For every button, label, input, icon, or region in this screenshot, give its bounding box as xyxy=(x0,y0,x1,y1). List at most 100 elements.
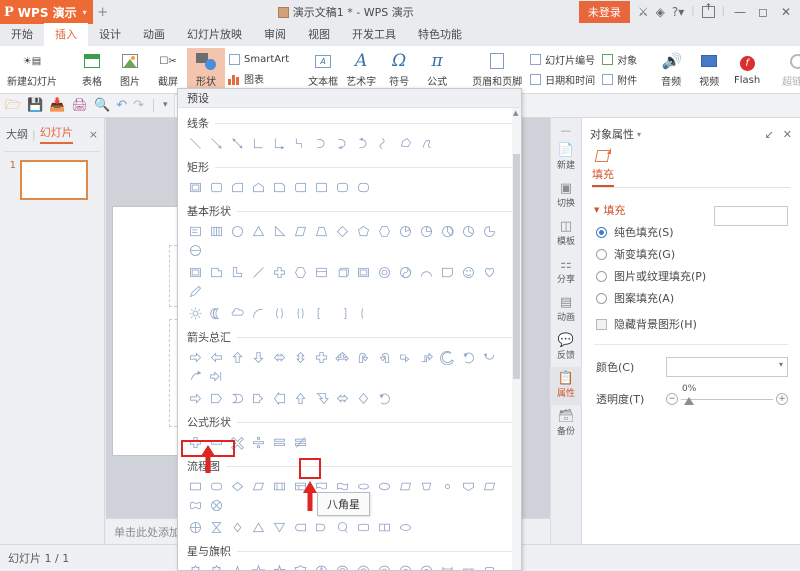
tab-review[interactable]: 审阅 xyxy=(253,23,297,46)
sidebar-item-new[interactable]: 📄 新建 xyxy=(550,139,582,177)
shape-item[interactable] xyxy=(437,222,458,241)
tab-start[interactable]: 开始 xyxy=(0,23,44,46)
shape-item[interactable] xyxy=(248,477,269,496)
shape-item[interactable] xyxy=(395,263,416,282)
sidebar-item-backup[interactable]: 🗃 备份 xyxy=(550,405,582,443)
shape-item[interactable] xyxy=(185,496,206,515)
shape-item[interactable] xyxy=(185,389,206,408)
shape-item[interactable] xyxy=(332,389,353,408)
shape-item[interactable] xyxy=(416,477,437,496)
shape-item[interactable] xyxy=(332,222,353,241)
shape-item[interactable] xyxy=(479,477,500,496)
shape-item[interactable] xyxy=(227,222,248,241)
open-icon[interactable]: 🗁 xyxy=(5,99,21,112)
shape-item[interactable] xyxy=(332,304,353,323)
shape-item[interactable] xyxy=(290,562,311,570)
print-icon[interactable]: 🖨 xyxy=(72,99,89,112)
shape-item[interactable] xyxy=(458,562,479,570)
shape-item[interactable] xyxy=(395,134,416,153)
shape-item[interactable] xyxy=(479,263,500,282)
shape-item[interactable] xyxy=(458,222,479,241)
shape-item[interactable] xyxy=(416,263,437,282)
shape-item[interactable] xyxy=(311,562,332,570)
sidebar-item-feedback[interactable]: 💬 反馈 xyxy=(550,329,582,367)
shape-item[interactable] xyxy=(479,348,500,367)
plugin-icon[interactable]: ◈ xyxy=(656,6,665,18)
shape-item[interactable] xyxy=(290,433,311,452)
chevron-down-icon[interactable]: ▾ xyxy=(83,8,87,17)
shape-item[interactable] xyxy=(290,178,311,197)
tab-slides[interactable]: 幻灯片 xyxy=(39,124,73,144)
shape-item[interactable] xyxy=(353,263,374,282)
shape-item[interactable] xyxy=(227,348,248,367)
shape-item[interactable] xyxy=(185,367,206,386)
shape-button[interactable]: 形状 xyxy=(187,47,225,92)
checkbox-hide-background[interactable]: 隐藏背景图形(H) xyxy=(582,306,800,332)
shape-item[interactable] xyxy=(395,348,416,367)
save-icon[interactable]: 💾 xyxy=(27,99,43,112)
tab-design[interactable]: 设计 xyxy=(88,23,132,46)
tab-animation[interactable]: 动画 xyxy=(132,23,176,46)
shape-item[interactable] xyxy=(227,389,248,408)
shape-item[interactable] xyxy=(332,263,353,282)
shape-item[interactable] xyxy=(248,433,269,452)
slider-thumb[interactable] xyxy=(684,397,694,405)
collapse-sidebar-icon[interactable]: — xyxy=(561,124,572,137)
shape-item[interactable] xyxy=(311,178,332,197)
transparency-slider[interactable]: − + 0% xyxy=(666,384,788,409)
increase-icon[interactable]: + xyxy=(776,393,788,405)
shapes-gallery-popup[interactable]: 预设 线条矩形基本形状箭头总汇公式形状流程图星与旗帜标注动作按钮? ▲ 八角星 xyxy=(177,88,522,571)
slider-track[interactable] xyxy=(681,398,773,400)
shape-item[interactable] xyxy=(206,518,227,537)
slide-number-button[interactable]: 幻灯片编号 xyxy=(526,51,598,68)
shape-item[interactable] xyxy=(353,134,374,153)
maximize-button[interactable]: ◻ xyxy=(755,6,771,18)
flash-button[interactable]: f Flash xyxy=(728,48,766,92)
shape-item[interactable] xyxy=(353,304,374,323)
shape-item[interactable] xyxy=(437,263,458,282)
shape-item[interactable] xyxy=(290,348,311,367)
tab-insert[interactable]: 插入 xyxy=(44,23,88,46)
shape-item[interactable] xyxy=(206,134,227,153)
shape-item[interactable] xyxy=(269,134,290,153)
shape-item[interactable] xyxy=(479,562,500,570)
shape-item[interactable] xyxy=(416,562,437,570)
shape-item[interactable] xyxy=(206,562,227,570)
shape-item[interactable] xyxy=(437,562,458,570)
shape-item[interactable] xyxy=(185,263,206,282)
chevron-down-icon[interactable]: ▾ xyxy=(637,130,641,139)
sidebar-item-animation[interactable]: ▤ 动画 xyxy=(550,291,582,329)
tab-outline[interactable]: 大纲 xyxy=(6,126,28,142)
shape-item[interactable] xyxy=(185,562,206,570)
shape-item[interactable] xyxy=(185,134,206,153)
shape-item[interactable] xyxy=(416,222,437,241)
shape-item[interactable] xyxy=(206,222,227,241)
shape-item[interactable] xyxy=(332,518,353,537)
shape-item[interactable] xyxy=(374,222,395,241)
shape-item[interactable] xyxy=(248,389,269,408)
shape-item[interactable] xyxy=(269,389,290,408)
shape-item[interactable] xyxy=(248,222,269,241)
shape-item[interactable] xyxy=(290,304,311,323)
shape-item[interactable] xyxy=(269,348,290,367)
shape-item[interactable] xyxy=(311,222,332,241)
shape-item[interactable] xyxy=(479,222,500,241)
shape-item[interactable] xyxy=(206,178,227,197)
tab-features[interactable]: 特色功能 xyxy=(407,23,473,46)
shape-item[interactable] xyxy=(290,518,311,537)
sidebar-item-transition[interactable]: ▣ 切换 xyxy=(550,177,582,215)
shape-item[interactable] xyxy=(395,562,416,570)
smartart-button[interactable]: SmartArt xyxy=(225,52,292,67)
shape-item[interactable] xyxy=(248,348,269,367)
slide-thumbnail[interactable] xyxy=(20,160,88,200)
shape-item[interactable] xyxy=(269,433,290,452)
shape-item[interactable] xyxy=(269,263,290,282)
shape-item[interactable] xyxy=(248,304,269,323)
shape-item[interactable] xyxy=(227,304,248,323)
shape-item[interactable] xyxy=(269,178,290,197)
shape-item[interactable] xyxy=(185,222,206,241)
collapse-icon[interactable]: ↙ xyxy=(765,128,774,141)
help-icon[interactable]: ?▾ xyxy=(672,6,684,18)
shape-item[interactable] xyxy=(248,178,269,197)
shape-item[interactable] xyxy=(290,389,311,408)
